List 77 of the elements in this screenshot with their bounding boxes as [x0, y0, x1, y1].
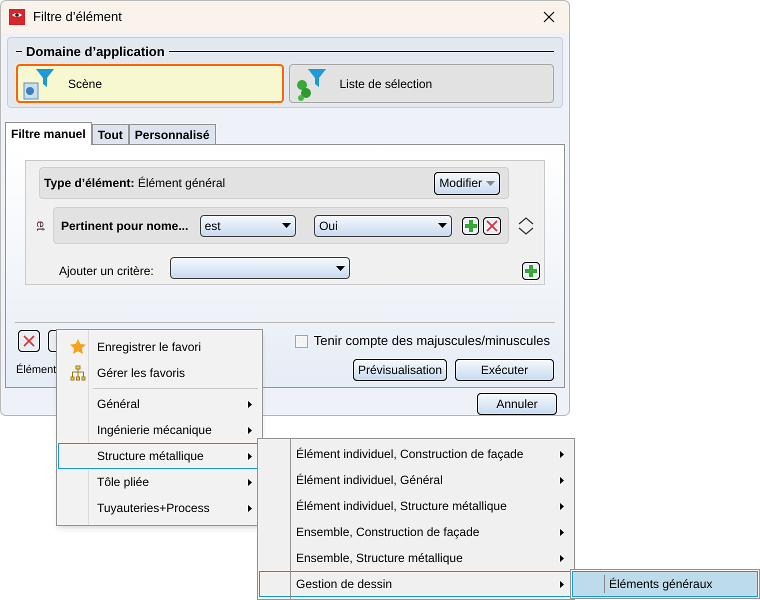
menu-item-label: Éléments généraux [609, 576, 714, 593]
submenu-arrow-icon [248, 478, 252, 486]
checkbox-label: Tenir compte des majuscules/minuscules [314, 332, 550, 350]
menu-item-label: Ensemble, Construction de façade [296, 524, 480, 541]
menu-item-label: Élément individuel, Structure métallique [296, 498, 508, 515]
menu-item[interactable]: Gérer les favoris [58, 360, 261, 386]
menu-item-label: Gérer les favoris [97, 365, 186, 382]
menu-item-label: Tuyauteries+Process [97, 500, 211, 517]
menu-item-label: Général [97, 396, 141, 413]
elements-label: Élément [16, 362, 56, 378]
move-up-down-icon [518, 217, 534, 236]
submenu-arrow-icon [248, 426, 252, 434]
submenu-arrow-icon [248, 400, 252, 408]
submenu-arrow-icon [560, 450, 564, 458]
criterion-field: Pertinent pour nome... [61, 216, 196, 235]
dropdown-arrow-icon [336, 266, 345, 271]
plus-icon [525, 265, 537, 278]
close-icon [23, 335, 35, 347]
hierarchy-icon [70, 365, 86, 381]
funnel-gear-icon [22, 66, 56, 101]
domain-option[interactable]: Liste de sélection [288, 64, 554, 104]
close-icon [543, 10, 555, 23]
add-button[interactable] [462, 216, 480, 235]
submenu-arrow-icon [560, 528, 564, 536]
close-icon [486, 220, 498, 232]
submenu-arrow-icon [248, 504, 252, 512]
modify-button[interactable]: Modifier [434, 172, 500, 195]
menu-item[interactable]: Tuyauteries+Process [58, 495, 261, 521]
conjunction-label: et [33, 221, 49, 232]
submenu-arrow-icon [560, 554, 564, 562]
menu-item-label: Gestion de dessin [296, 576, 394, 593]
menu-item[interactable]: Élément individuel, Construction de façade [259, 441, 573, 467]
app-logo-icon [9, 8, 25, 25]
tab[interactable]: Personnalisé [128, 124, 216, 144]
remove-button[interactable] [483, 216, 501, 235]
menu-item-label: Structure métallique [97, 448, 205, 465]
submenu-arrow-icon [560, 476, 564, 484]
delete-button[interactable] [18, 330, 40, 352]
menu-item[interactable]: Tôle pliée [58, 469, 261, 495]
preview-button[interactable]: Prévisualisation [352, 359, 447, 381]
window-title: Filtre d’élément [33, 8, 123, 26]
menu-item[interactable]: Ensemble, Structure métallique [259, 545, 573, 571]
star-icon [70, 339, 86, 355]
menu-item[interactable]: Général [58, 391, 261, 417]
submenu-arrow-icon [560, 502, 564, 510]
menu-item[interactable]: Ensemble, Construction de façade [259, 519, 573, 545]
checkbox[interactable] [294, 334, 308, 348]
dropdown-arrow-icon [438, 223, 447, 228]
tab[interactable]: Filtre manuel [5, 122, 92, 146]
menu-item[interactable]: Élément individuel, Général [259, 467, 573, 493]
operator-dropdown[interactable]: est [200, 214, 296, 237]
menu-item-label: Élément individuel, Construction de façade [296, 446, 524, 463]
domain-option[interactable]: Scène [16, 64, 284, 104]
menu-item[interactable]: Élément individuel, Structure métallique [259, 493, 573, 519]
execute-button[interactable]: Exécuter [455, 359, 554, 381]
menu-item-label: Enregistrer le favori [97, 339, 202, 356]
menu-item-label: Tôle pliée [97, 474, 150, 491]
submenu-arrow-icon [248, 452, 252, 460]
plus-icon [464, 220, 477, 232]
dropdown-arrow-icon [282, 223, 292, 228]
menu-item[interactable]: Enregistrer le favori [58, 334, 261, 360]
menu-item[interactable]: Gestion de dessin [259, 571, 573, 597]
cancel-button[interactable]: Annuler [477, 393, 557, 415]
menu-item[interactable]: Éléments généraux [572, 571, 758, 597]
group-title: Domaine d’application [26, 42, 165, 61]
value-dropdown[interactable]: Oui [314, 214, 452, 237]
tab[interactable]: Tout [92, 124, 129, 144]
menu-item-label: Ensemble, Structure métallique [296, 550, 464, 567]
add-criterion-label: Ajouter un critère: [59, 263, 154, 280]
menu-item-label: Élément individuel, Général [296, 472, 444, 489]
submenu-arrow-icon [560, 580, 564, 588]
criterion-dropdown[interactable] [170, 257, 350, 280]
element-type-text: Type d’élément: Élément général [44, 175, 226, 192]
add-button[interactable] [522, 262, 540, 280]
dropdown-arrow-icon [486, 180, 495, 186]
menu-item[interactable]: Ingénierie mécanique [58, 417, 261, 443]
menu-item-label: Ingénierie mécanique [97, 422, 213, 439]
